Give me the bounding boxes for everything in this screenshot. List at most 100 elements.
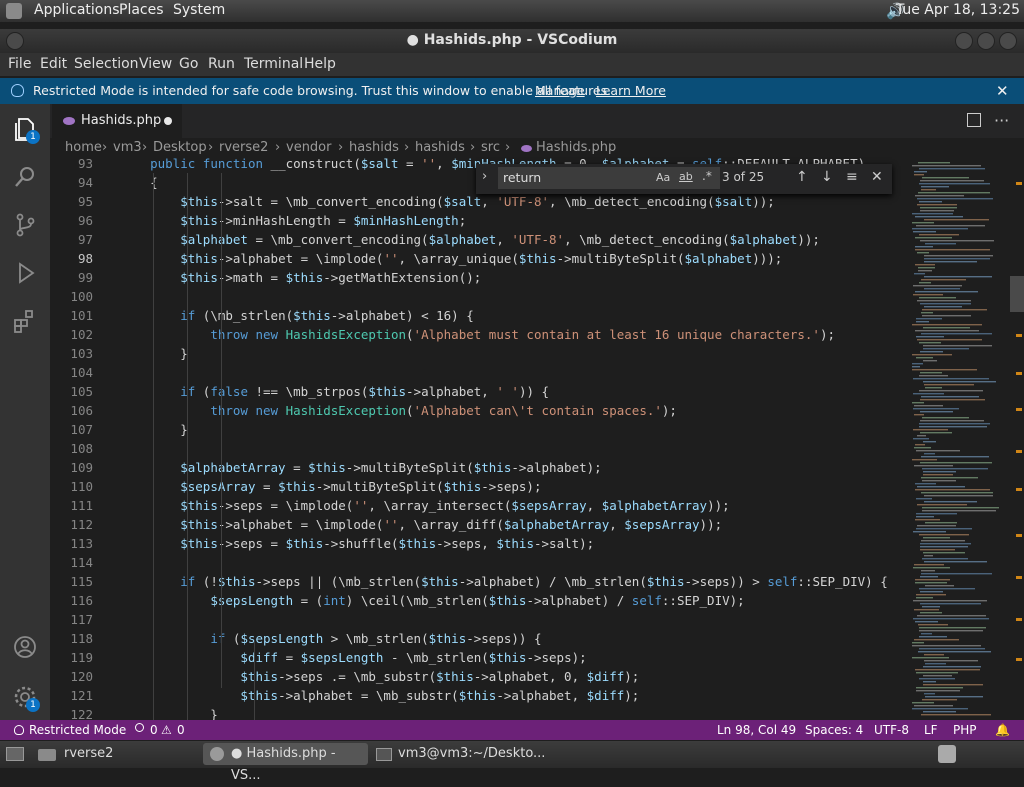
- use-regex-icon[interactable]: .*: [702, 169, 712, 183]
- error-icon[interactable]: [135, 723, 144, 732]
- code-line[interactable]: 105 if (false !== \mb_strpos($this->alph…: [50, 382, 908, 401]
- code-line[interactable]: 121 $this->alphabet = \mb_substr($this->…: [50, 686, 908, 705]
- toggle-replace-chevron-icon[interactable]: ›: [482, 169, 487, 184]
- match-case-icon[interactable]: Aa: [656, 171, 670, 184]
- learn-more-link[interactable]: Learn More: [596, 78, 666, 104]
- split-editor-icon[interactable]: [967, 113, 981, 127]
- find-in-selection-icon[interactable]: ≡: [846, 169, 858, 185]
- breadcrumb-hashids[interactable]: hashids: [349, 140, 399, 155]
- menu-run[interactable]: Run: [208, 56, 235, 72]
- restricted-mode-status[interactable]: Restricted Mode: [29, 723, 126, 737]
- minimize-button[interactable]: [955, 32, 973, 50]
- workspace-switcher-icon[interactable]: [938, 745, 956, 763]
- code-line[interactable]: 113 $this->seps = $this->shuffle($this->…: [50, 534, 908, 553]
- breadcrumb-src[interactable]: src: [481, 140, 500, 155]
- breadcrumb-rverse2[interactable]: rverse2: [219, 140, 268, 155]
- code-line[interactable]: 107 }: [50, 420, 908, 439]
- previous-match-icon[interactable]: ↑: [796, 169, 808, 185]
- breadcrumb-home[interactable]: home: [65, 140, 102, 155]
- end-of-line[interactable]: LF: [924, 723, 938, 737]
- search-icon[interactable]: [12, 164, 38, 190]
- close-banner-icon[interactable]: ✕: [996, 78, 1009, 104]
- breadcrumb-desktop[interactable]: Desktop: [153, 140, 207, 155]
- code-line[interactable]: 111 $this->seps = \implode('', \array_in…: [50, 496, 908, 515]
- code-line[interactable]: 97 $alphabet = \mb_convert_encoding($alp…: [50, 230, 908, 249]
- menu-selection[interactable]: Selection: [74, 56, 139, 72]
- match-whole-word-icon[interactable]: ab: [679, 170, 693, 183]
- show-desktop-icon[interactable]: [6, 747, 24, 761]
- find-input-box[interactable]: return Aa ab .*: [498, 167, 720, 189]
- encoding[interactable]: UTF-8: [874, 723, 909, 737]
- source-control-icon[interactable]: [12, 212, 38, 238]
- code-line[interactable]: 119 $diff = $sepsLength - \mb_strlen($th…: [50, 648, 908, 667]
- minimap-line: [915, 582, 947, 584]
- code-line[interactable]: 110 $sepsArray = $this->multiByteSplit($…: [50, 477, 908, 496]
- account-icon[interactable]: [12, 634, 38, 660]
- minimap-line: [922, 177, 969, 179]
- taskbar-editor-window[interactable]: ● Hashids.php - VS...: [203, 743, 368, 783]
- applications-menu[interactable]: Applications: [34, 2, 120, 18]
- minimap-scroll-thumb[interactable]: [1010, 276, 1024, 312]
- code-line[interactable]: 99 $this->math = $this->getMathExtension…: [50, 268, 908, 287]
- warning-icon[interactable]: ⚠: [161, 723, 172, 737]
- minimap-line: [916, 597, 933, 599]
- window-titlebar[interactable]: ● Hashids.php - VSCodium: [0, 29, 1024, 53]
- line-number: 99: [77, 270, 93, 285]
- menu-edit[interactable]: Edit: [40, 56, 67, 72]
- menu-go[interactable]: Go: [179, 56, 198, 72]
- tab-hashids-php[interactable]: Hashids.php: [52, 104, 182, 138]
- next-match-icon[interactable]: ↓: [821, 169, 833, 185]
- code-line[interactable]: 114: [50, 553, 908, 572]
- error-count[interactable]: 0: [150, 723, 158, 737]
- breadcrumb-vm3[interactable]: vm3: [113, 140, 142, 155]
- code-line[interactable]: 100: [50, 287, 908, 306]
- code-line[interactable]: 118 if ($sepsLength > \mb_strlen($this->…: [50, 629, 908, 648]
- code-line[interactable]: 104: [50, 363, 908, 382]
- code-line[interactable]: 120 $this->seps .= \mb_substr($this->alp…: [50, 667, 908, 686]
- close-window-button[interactable]: [999, 32, 1017, 50]
- menu-help[interactable]: Help: [304, 56, 336, 72]
- code-line[interactable]: 102 throw new HashidsException('Alphabet…: [50, 325, 908, 344]
- minimap-line: [913, 408, 959, 410]
- run-debug-icon[interactable]: [12, 260, 38, 286]
- code-line[interactable]: 108: [50, 439, 908, 458]
- panel-clock[interactable]: Tue Apr 18, 13:25: [896, 2, 1020, 18]
- code-line[interactable]: 116 $sepsLength = (int) \ceil(\mb_strlen…: [50, 591, 908, 610]
- notifications-bell-icon[interactable]: 🔔: [995, 723, 1010, 737]
- breadcrumb-vendor[interactable]: vendor: [286, 140, 331, 155]
- menu-terminal[interactable]: Terminal: [244, 56, 303, 72]
- language-mode[interactable]: PHP: [953, 723, 977, 737]
- find-input[interactable]: return: [503, 170, 541, 185]
- code-line[interactable]: 122 }: [50, 705, 908, 720]
- warning-count[interactable]: 0: [177, 723, 185, 737]
- unsaved-dot-icon[interactable]: [164, 117, 172, 125]
- extensions-icon[interactable]: [12, 308, 38, 334]
- code-editor[interactable]: 93 public function __construct($salt = '…: [50, 158, 908, 720]
- code-line[interactable]: 106 throw new HashidsException('Alphabet…: [50, 401, 908, 420]
- more-actions-icon[interactable]: ···: [994, 111, 1009, 130]
- code-line[interactable]: 112 $this->alphabet = \implode('', \arra…: [50, 515, 908, 534]
- code-line[interactable]: 117: [50, 610, 908, 629]
- minimap[interactable]: [908, 158, 1024, 720]
- code-line[interactable]: 101 if (\mb_strlen($this->alphabet) < 16…: [50, 306, 908, 325]
- close-find-icon[interactable]: ✕: [871, 169, 883, 185]
- cursor-position[interactable]: Ln 98, Col 49: [717, 723, 796, 737]
- minimap-line: [920, 351, 943, 353]
- code-line[interactable]: 95 $this->salt = \mb_convert_encoding($s…: [50, 192, 908, 211]
- code-line[interactable]: 109 $alphabetArray = $this->multiByteSpl…: [50, 458, 908, 477]
- code-line[interactable]: 96 $this->minHashLength = $minHashLength…: [50, 211, 908, 230]
- menu-view[interactable]: View: [139, 56, 172, 72]
- code-line[interactable]: 103 }: [50, 344, 908, 363]
- taskbar-terminal-window[interactable]: vm3@vm3:~/Deskto...: [398, 743, 545, 765]
- indentation[interactable]: Spaces: 4: [805, 723, 863, 737]
- menu-file[interactable]: File: [8, 56, 31, 72]
- system-menu[interactable]: System: [173, 2, 225, 18]
- taskbar-folder-window[interactable]: rverse2: [64, 743, 113, 765]
- maximize-button[interactable]: [977, 32, 995, 50]
- breadcrumb-file[interactable]: Hashids.php: [536, 140, 616, 155]
- places-menu[interactable]: Places: [119, 2, 164, 18]
- breadcrumb-hashids-2[interactable]: hashids: [415, 140, 465, 155]
- code-line[interactable]: 115 if (!$this->seps || (\mb_strlen($thi…: [50, 572, 908, 591]
- code-line[interactable]: 98 $this->alphabet = \implode('', \array…: [50, 249, 908, 268]
- manage-link[interactable]: Manage: [535, 78, 585, 104]
